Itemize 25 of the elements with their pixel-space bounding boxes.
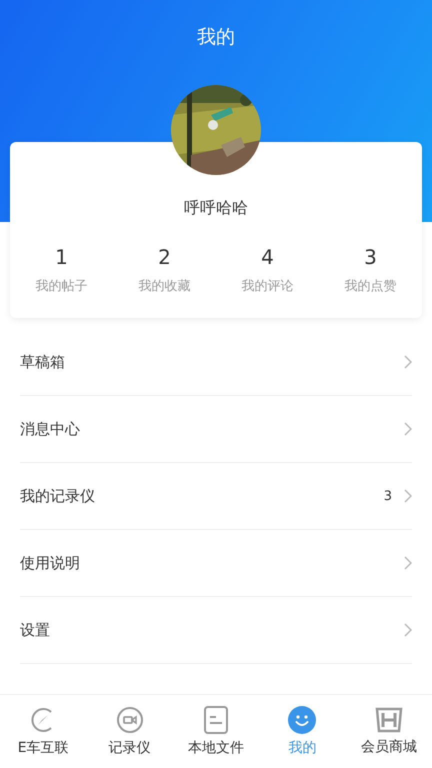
chevron-right-icon bbox=[404, 422, 412, 436]
document-icon bbox=[203, 706, 230, 734]
video-camera-icon bbox=[116, 706, 144, 734]
smiley-icon bbox=[288, 706, 316, 734]
tab[interactable]: 本地文件 bbox=[172, 695, 260, 768]
stat-count: 2 bbox=[158, 245, 171, 269]
menu-item[interactable]: 草稿箱 bbox=[20, 329, 412, 396]
chevron-right-icon bbox=[404, 623, 412, 637]
emblem-icon bbox=[374, 707, 404, 733]
chevron-right-icon bbox=[404, 556, 412, 570]
count-label: 3 bbox=[384, 488, 392, 504]
chevron-right-icon bbox=[404, 355, 412, 369]
tab[interactable]: 会员商城 bbox=[346, 695, 432, 768]
menu-item[interactable]: 我的记录仪 3 bbox=[20, 463, 412, 530]
user-name: 呼呼哈哈 bbox=[184, 198, 248, 219]
page-title: 我的 bbox=[197, 25, 235, 50]
stat-count: 3 bbox=[364, 245, 377, 269]
tab[interactable]: E车互联 bbox=[0, 695, 86, 768]
menu-item[interactable]: 使用说明 bbox=[20, 530, 412, 597]
stat-count: 1 bbox=[55, 245, 68, 269]
menu-item[interactable]: 消息中心 bbox=[20, 396, 412, 463]
tab[interactable]: 记录仪 bbox=[86, 695, 173, 768]
stat-count: 4 bbox=[261, 245, 274, 269]
chevron-right-icon bbox=[404, 489, 412, 503]
menu-item[interactable]: 设置 bbox=[20, 597, 412, 664]
